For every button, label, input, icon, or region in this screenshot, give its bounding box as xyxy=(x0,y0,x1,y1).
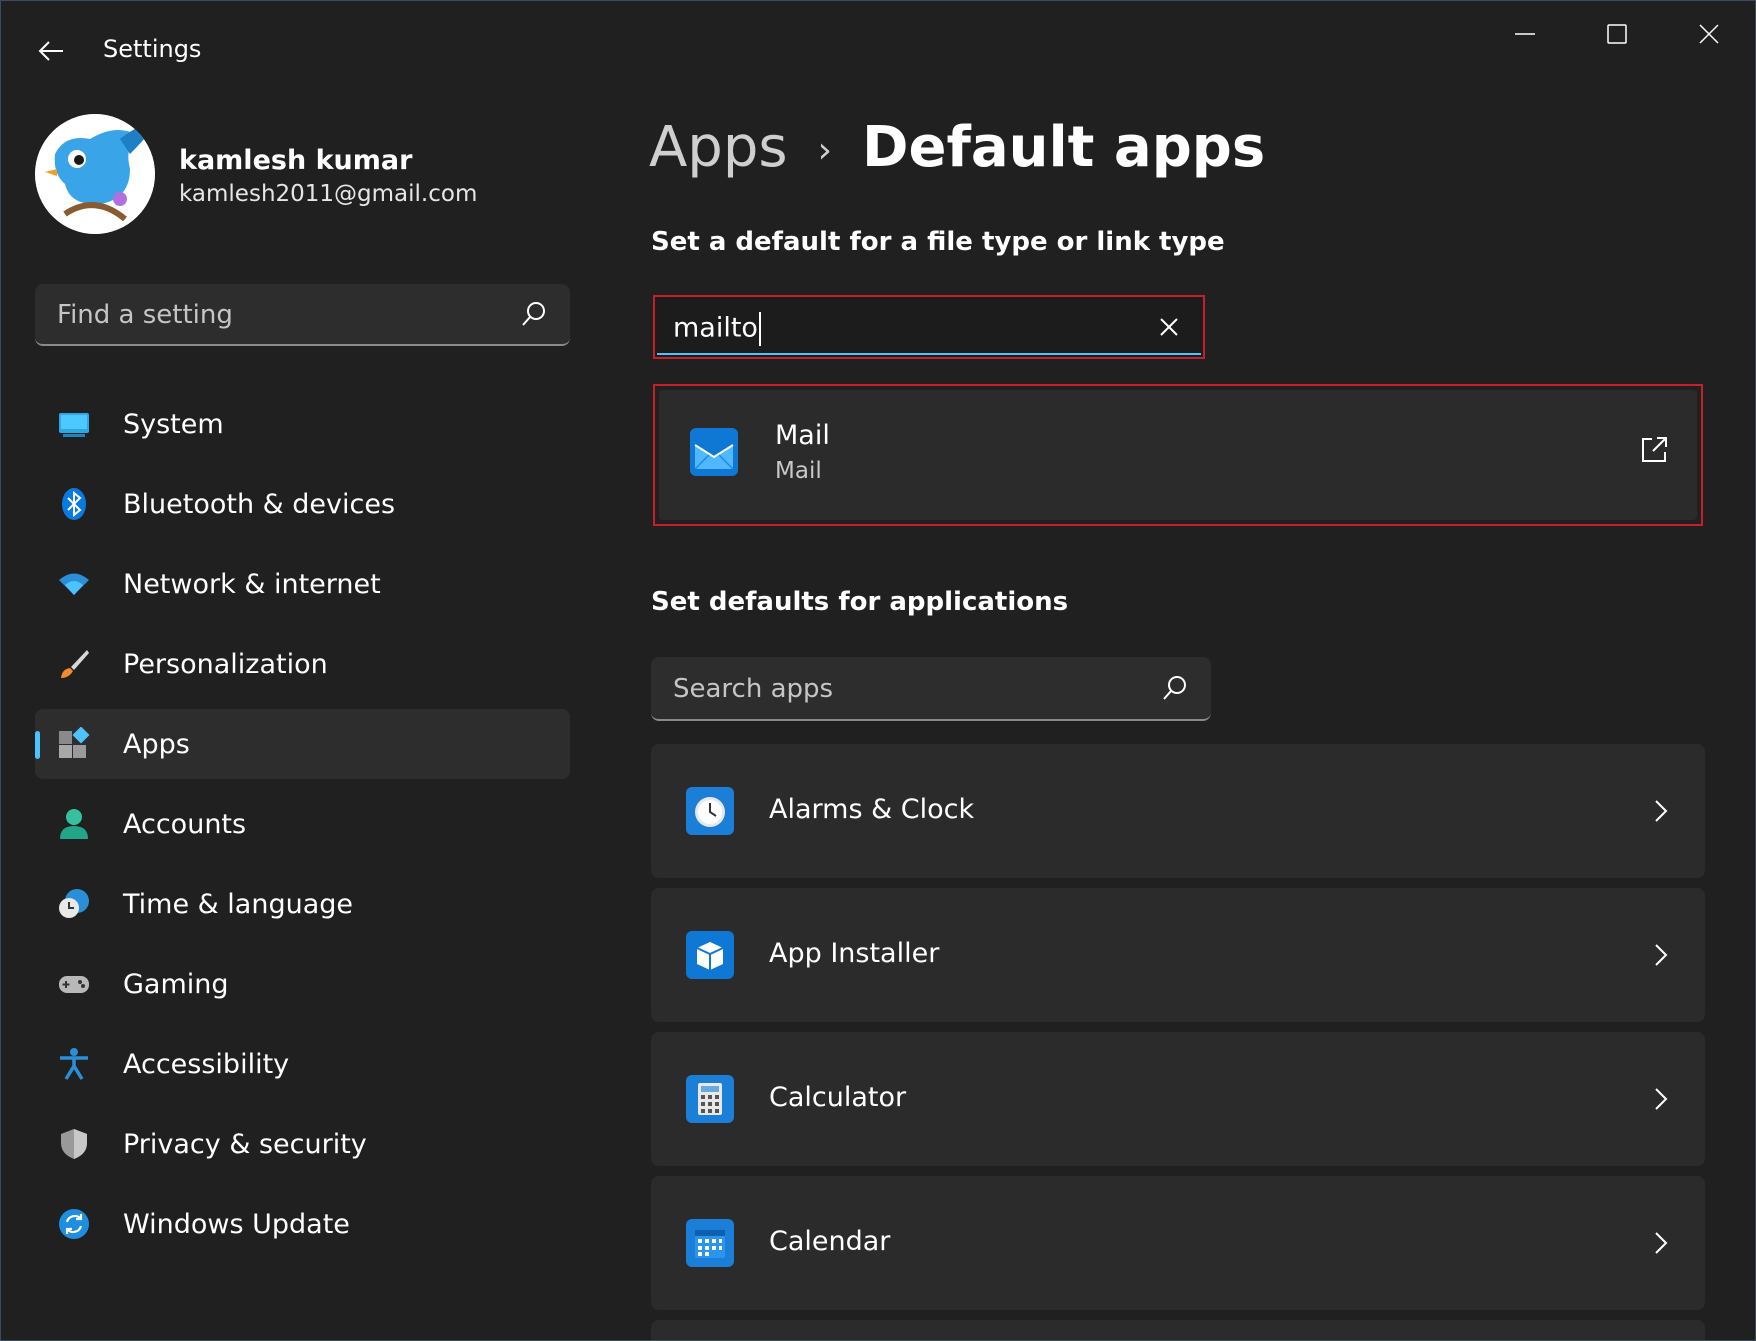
app-row-alarms-clock[interactable]: Alarms & Clock xyxy=(651,744,1705,878)
sidebar-item-bluetooth[interactable]: Bluetooth & devices xyxy=(35,469,570,539)
search-apps-input[interactable]: Search apps xyxy=(651,657,1211,721)
back-arrow-icon xyxy=(38,41,63,61)
search-icon xyxy=(522,302,545,326)
alarm-clock-icon xyxy=(686,787,734,835)
app-row-app-installer[interactable]: App Installer xyxy=(651,888,1705,1022)
app-installer-icon xyxy=(686,931,734,979)
bluetooth-icon xyxy=(62,488,86,520)
sidebar-item-label: Time & language xyxy=(123,889,354,920)
app-row-next-partial[interactable] xyxy=(651,1320,1705,1340)
sidebar-item-label: Network & internet xyxy=(123,569,381,600)
update-icon xyxy=(59,1209,89,1239)
maximize-icon xyxy=(1607,24,1627,44)
open-external-icon[interactable] xyxy=(1639,435,1669,465)
sidebar-item-windows-update[interactable]: Windows Update xyxy=(35,1189,570,1259)
apps-section-title: Set defaults for applications xyxy=(651,587,1069,617)
sidebar-item-label: Apps xyxy=(123,729,190,760)
user-email: kamlesh2011@gmail.com xyxy=(179,181,478,207)
wifi-icon xyxy=(59,573,89,595)
file-type-search-input[interactable]: mailto xyxy=(653,295,1205,359)
sidebar-item-system[interactable]: System xyxy=(35,389,570,459)
shield-icon xyxy=(61,1129,87,1159)
clear-icon[interactable] xyxy=(1157,315,1181,339)
result-app-name: Mail xyxy=(775,420,830,451)
result-card-body: Mail Mail xyxy=(659,390,1697,520)
result-app-subtitle: Mail xyxy=(775,458,822,484)
close-icon xyxy=(1699,24,1719,44)
sidebar-nav: System Bluetooth & devices Network & int… xyxy=(35,389,570,1269)
apps-icon xyxy=(59,727,90,758)
app-row-label: Calendar xyxy=(769,1226,891,1257)
calculator-icon xyxy=(686,1075,734,1123)
gamepad-icon xyxy=(59,976,89,993)
globe-clock-icon xyxy=(59,889,89,918)
avatar[interactable] xyxy=(35,114,155,234)
file-type-input-value: mailto xyxy=(673,312,761,346)
title-bar: Settings xyxy=(1,1,1755,101)
breadcrumb-chevron-icon: › xyxy=(817,130,832,172)
find-setting-placeholder: Find a setting xyxy=(57,300,233,330)
sidebar-item-label: Personalization xyxy=(123,649,328,680)
back-button[interactable] xyxy=(31,31,71,71)
active-indicator xyxy=(35,731,40,759)
input-text: mailto xyxy=(673,312,758,344)
app-row-calendar[interactable]: Calendar xyxy=(651,1176,1705,1310)
system-icon xyxy=(59,413,89,437)
text-caret xyxy=(758,312,761,346)
sidebar-item-time-language[interactable]: Time & language xyxy=(35,869,570,939)
chevron-right-icon xyxy=(1655,944,1668,966)
calendar-icon xyxy=(686,1219,734,1267)
file-type-section-title: Set a default for a file type or link ty… xyxy=(651,227,1225,257)
app-row-label: Alarms & Clock xyxy=(769,794,975,825)
sidebar-item-accessibility[interactable]: Accessibility xyxy=(35,1029,570,1099)
brush-icon xyxy=(61,650,89,678)
sidebar-item-label: Accounts xyxy=(123,809,247,840)
sidebar-item-accounts[interactable]: Accounts xyxy=(35,789,570,859)
sidebar-item-label: Accessibility xyxy=(123,1049,290,1080)
search-apps-placeholder: Search apps xyxy=(673,674,834,704)
find-setting-input[interactable]: Find a setting xyxy=(35,284,570,346)
sidebar-item-network[interactable]: Network & internet xyxy=(35,549,570,619)
minimize-button[interactable] xyxy=(1485,11,1565,57)
minimize-icon xyxy=(1515,33,1535,35)
accessibility-icon xyxy=(60,1048,88,1080)
user-name: kamlesh kumar xyxy=(179,145,413,176)
mail-icon xyxy=(690,428,738,476)
chevron-right-icon xyxy=(1655,1088,1668,1110)
window-title: Settings xyxy=(103,35,202,63)
sidebar-item-gaming[interactable]: Gaming xyxy=(35,949,570,1019)
app-row-label: Calculator xyxy=(769,1082,907,1113)
chevron-right-icon xyxy=(1655,1232,1668,1254)
settings-window: Settings kamlesh kumar kamlesh2011@gmail… xyxy=(0,0,1756,1341)
app-row-calculator[interactable]: Calculator xyxy=(651,1032,1705,1166)
chevron-right-icon xyxy=(1655,800,1668,822)
close-button[interactable] xyxy=(1669,11,1749,57)
breadcrumb-parent[interactable]: Apps xyxy=(649,115,788,180)
app-row-label: App Installer xyxy=(769,938,940,969)
sidebar-item-label: Gaming xyxy=(123,969,229,1000)
sidebar-item-apps[interactable]: Apps xyxy=(35,709,570,779)
sidebar-item-privacy[interactable]: Privacy & security xyxy=(35,1109,570,1179)
sidebar-item-label: System xyxy=(123,409,224,440)
bird-avatar-icon xyxy=(35,114,155,234)
breadcrumb: Apps › Default apps xyxy=(649,115,1265,180)
sidebar-item-label: Privacy & security xyxy=(123,1129,367,1160)
page-title: Default apps xyxy=(861,115,1266,180)
sidebar-item-label: Windows Update xyxy=(123,1209,350,1240)
sidebar-item-personalization[interactable]: Personalization xyxy=(35,629,570,699)
maximize-button[interactable] xyxy=(1577,11,1657,57)
account-icon xyxy=(60,809,88,839)
sidebar-item-label: Bluetooth & devices xyxy=(123,489,396,520)
search-icon xyxy=(1163,676,1186,700)
mail-result-card[interactable]: Mail Mail xyxy=(653,384,1703,526)
